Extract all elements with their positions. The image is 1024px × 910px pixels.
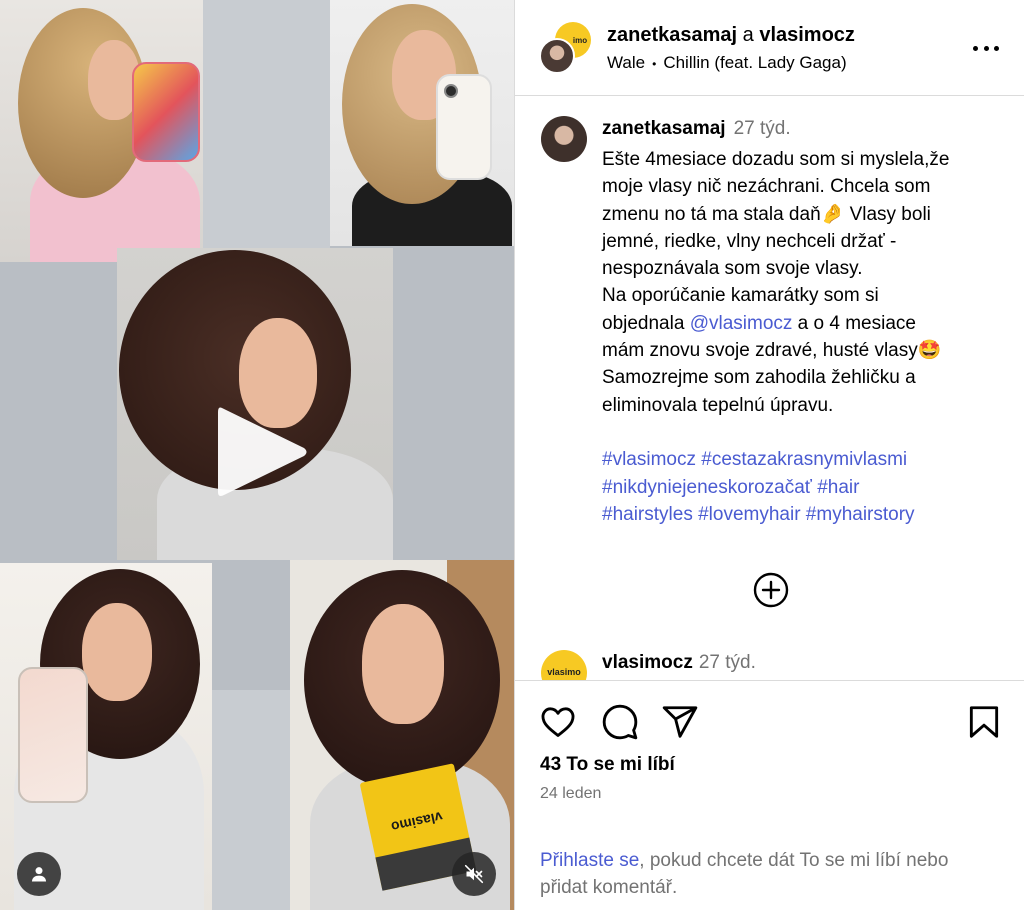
hashtag-line[interactable]: #vlasimocz #cestazakrasnymivlasmi <box>602 446 1014 473</box>
heart-icon <box>541 707 575 737</box>
paper-plane-icon <box>662 706 698 738</box>
likes-count[interactable]: 43 To se mi líbí <box>540 754 675 776</box>
volume-muted-icon <box>464 864 484 884</box>
comment-bubble-icon <box>602 704 638 740</box>
post-header: imo zanetkasamaj a vlasimocz Wale • Chilli… <box>515 0 1024 96</box>
like-button[interactable] <box>539 703 577 741</box>
more-options-button[interactable] <box>973 36 999 60</box>
post-authors: zanetkasamaj a vlasimocz <box>607 24 855 47</box>
more-horizontal-icon <box>983 45 989 51</box>
photo-blonde-mirror-selfie-2 <box>330 0 514 246</box>
caption-line: nespoznávala som svoje vlasy. <box>602 258 863 280</box>
play-button[interactable] <box>214 402 310 502</box>
photo-blonde-mirror-selfie-1 <box>0 0 203 262</box>
caption-line: Na oporúčanie kamarátky som si <box>602 285 879 307</box>
comments-section[interactable]: zanetkasamaj 27 týd. Ešte 4mesiace dozadu… <box>515 96 1024 680</box>
product-label: vlasimo <box>389 808 445 836</box>
comment-avatar-text: vlasimo <box>547 667 581 677</box>
media-background-panel <box>203 0 330 248</box>
comment-avatar[interactable]: vlasimo <box>541 650 587 680</box>
caption-line: Samozrejme som zahodila žehličku a <box>602 367 916 389</box>
post-actions: 43 To se mi líbí 24 leden Přihlaste se, … <box>515 680 1024 910</box>
comment-author: vlasimocz 27 týd. <box>602 652 756 674</box>
load-more-comments-button[interactable] <box>753 572 789 608</box>
caption-line: objednala @vlasimocz a o 4 mesiace <box>602 310 1014 337</box>
caption-line: zmenu no tá ma stala daň🤌 Vlasy boli <box>602 203 931 225</box>
hashtag-line[interactable]: #hairstyles #lovemyhair #myhairstory <box>602 501 1014 528</box>
mention-link[interactable]: @vlasimocz <box>690 313 793 334</box>
media-background-panel <box>212 690 290 910</box>
comment-button[interactable] <box>601 703 639 741</box>
user-tags-button[interactable] <box>17 852 61 896</box>
caption-line: moje vlasy nič nezáchrani. Chcela som <box>602 176 931 198</box>
caption-line: mám znovu svoje zdravé, husté vlasy🤩 <box>602 340 942 362</box>
caption-author: zanetkasamaj 27 týd. <box>602 118 791 140</box>
comment-username[interactable]: vlasimocz <box>602 652 693 673</box>
mention-suffix: a o 4 mesiace <box>792 312 916 334</box>
bookmark-icon <box>969 706 999 738</box>
login-link[interactable]: Přihlaste se <box>540 850 639 871</box>
user-avatar[interactable] <box>539 38 575 74</box>
mute-button[interactable] <box>452 852 496 896</box>
more-horizontal-icon <box>973 45 978 51</box>
author-link-1[interactable]: zanetkasamaj <box>607 24 737 46</box>
mention-prefix: objednala <box>602 312 690 334</box>
post-date[interactable]: 24 leden <box>540 785 601 803</box>
caption-text: Ešte 4mesiace dozadu som si myslela,že m… <box>602 146 1014 528</box>
audio-track[interactable]: Chillin (feat. Lady Gaga) <box>663 53 846 72</box>
post-media[interactable]: vlasimo <box>0 0 514 910</box>
share-button[interactable] <box>661 703 699 741</box>
plus-circle-icon <box>753 572 789 608</box>
save-button[interactable] <box>965 703 1003 741</box>
user-tag-icon <box>31 867 47 882</box>
caption-author-avatar[interactable] <box>541 116 587 162</box>
separator-dot: • <box>652 57 657 71</box>
hashtag-line[interactable]: #nikdyniejeneskorozačať #hair <box>602 474 1014 501</box>
caption-username[interactable]: zanetkasamaj <box>602 118 726 139</box>
brand-avatar-text: imo <box>572 35 588 45</box>
comment-time[interactable]: 27 týd. <box>699 652 756 673</box>
more-horizontal-icon <box>994 45 999 51</box>
play-icon <box>218 407 307 496</box>
post-side-panel: imo zanetkasamaj a vlasimocz Wale • Chilli… <box>514 0 1024 910</box>
caption-line: Ešte 4mesiace dozadu som si myslela,že <box>602 149 950 170</box>
audio-info[interactable]: Wale • Chillin (feat. Lady Gaga) <box>607 53 847 73</box>
login-prompt: Přihlaste se, pokud chcete dát To se mi … <box>540 847 1000 901</box>
caption-line: jemné, riedke, vlny nechceli držať - <box>602 230 897 252</box>
collab-avatars[interactable]: imo <box>539 22 591 74</box>
author-link-2[interactable]: vlasimocz <box>759 24 855 46</box>
caption-time[interactable]: 27 týd. <box>734 118 791 139</box>
audio-artist[interactable]: Wale <box>607 53 645 72</box>
caption-line: eliminovala tepelnú úpravu. <box>602 394 834 416</box>
author-joiner: a <box>742 24 754 46</box>
